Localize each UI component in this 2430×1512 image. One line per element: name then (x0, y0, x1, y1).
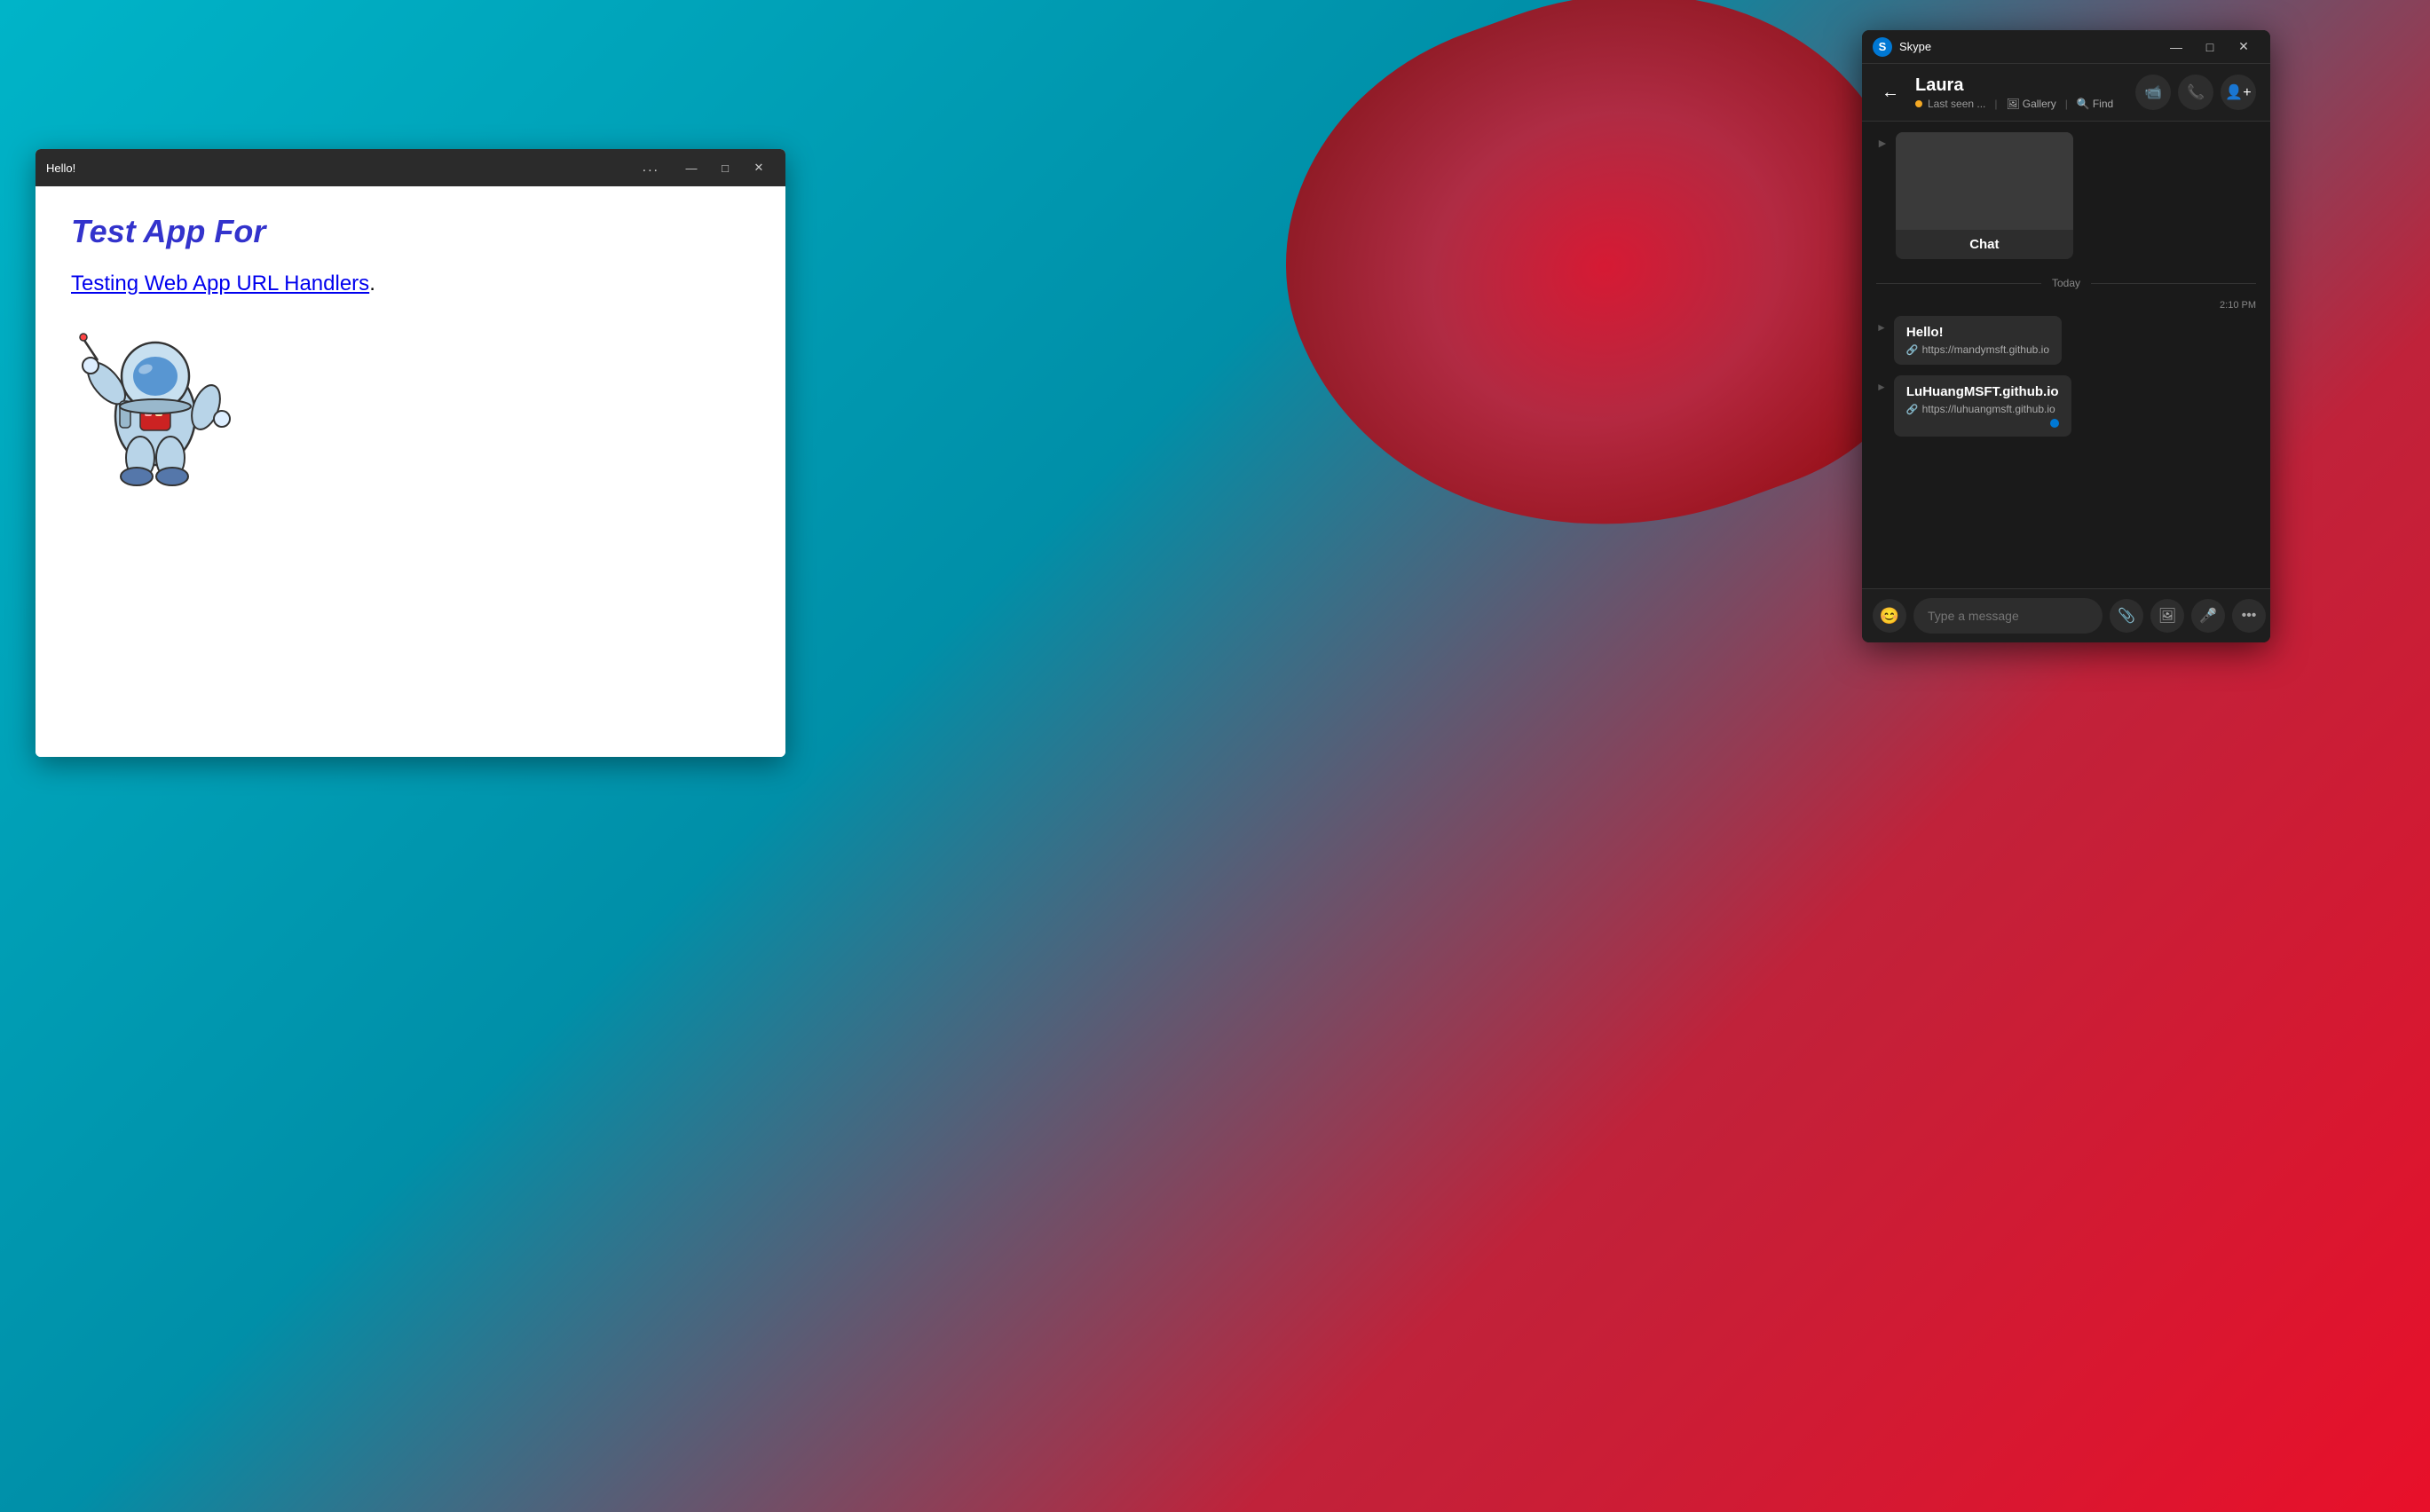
emoji-button[interactable]: 😊 (1873, 599, 1906, 633)
back-button[interactable]: ← (1876, 78, 1905, 106)
find-label: Find (2093, 98, 2113, 110)
astronaut-container (71, 323, 750, 492)
message-input[interactable] (1913, 598, 2103, 634)
chat-message: ► LuHuangMSFT.github.io 🔗 https://luhuan… (1876, 375, 2256, 437)
microphone-icon: 🎤 (2199, 607, 2217, 625)
video-icon: 📹 (2144, 83, 2162, 101)
find-icon: 🔍 (2077, 98, 2090, 110)
hello-window-title: Hello! (46, 161, 643, 175)
link-icon: 🔗 (1906, 404, 1919, 415)
skype-maximize-button[interactable]: □ (2194, 34, 2226, 60)
contact-info: Laura Last seen ... | 🖼 Gallery | 🔍 Find (1915, 75, 2125, 110)
status-separator: | (1994, 98, 1997, 110)
chat-message: ► Hello! 🔗 https://mandymsft.github.io (1876, 316, 2256, 365)
contact-name: Laura (1915, 75, 2125, 96)
today-divider: Today (1876, 266, 2256, 300)
hello-minimize-button[interactable]: — (675, 154, 707, 181)
hello-link-suffix: . (369, 272, 375, 295)
message-bubble: Hello! 🔗 https://mandymsft.github.io (1894, 316, 2062, 365)
hello-app-window: Hello! ... — □ ✕ Test App For Testing We… (36, 149, 785, 757)
message-timestamp: 2:10 PM (1876, 300, 2256, 311)
image-icon: 🖼 (2158, 607, 2176, 625)
message-arrow-icon: ► (1876, 381, 1887, 393)
divider-line-right (2091, 283, 2256, 284)
skype-logo: S (1873, 37, 1892, 57)
attach-icon: 📎 (2118, 607, 2135, 625)
astronaut-illustration (71, 323, 240, 487)
skype-chat-area: ► Chat Today 2:10 PM ► Hello! 🔗 https://… (1862, 122, 2270, 588)
hello-link[interactable]: Testing Web App URL Handlers (71, 272, 369, 295)
gallery-label: Gallery (2023, 98, 2056, 110)
preview-card-label: Chat (1896, 230, 2073, 259)
hello-heading: Test App For (71, 213, 750, 250)
unread-dot (2050, 419, 2059, 428)
preview-arrow-icon: ► (1876, 136, 1889, 150)
gallery-link[interactable]: 🖼 Gallery (2007, 98, 2056, 110)
hello-titlebar: Hello! ... — □ ✕ (36, 149, 785, 186)
find-link[interactable]: 🔍 Find (2077, 98, 2113, 110)
image-button[interactable]: 🖼 (2150, 599, 2184, 633)
header-actions: 📹 📞 👤+ (2135, 75, 2256, 110)
skype-titlebar-controls: — □ ✕ (2160, 34, 2260, 60)
status-dot (1915, 100, 1922, 107)
hello-content-area: Test App For Testing Web App URL Handler… (36, 186, 785, 757)
skype-minimize-button[interactable]: — (2160, 34, 2192, 60)
link-icon: 🔗 (1906, 344, 1919, 356)
hello-dots-menu[interactable]: ... (643, 160, 659, 176)
skype-titlebar: S Skype — □ ✕ (1862, 30, 2270, 64)
emoji-icon: 😊 (1880, 607, 1899, 626)
skype-close-button[interactable]: ✕ (2228, 34, 2260, 60)
preview-area: ► Chat (1876, 122, 2256, 266)
today-label: Today (2052, 277, 2080, 289)
hello-maximize-button[interactable]: □ (709, 154, 741, 181)
audio-button[interactable]: 🎤 (2191, 599, 2225, 633)
hello-link-container: Testing Web App URL Handlers. (71, 272, 750, 296)
video-call-button[interactable]: 📹 (2135, 75, 2171, 110)
last-seen-text: Last seen ... (1928, 98, 1985, 110)
message-link-url: https://luhuangmsft.github.io (1922, 403, 2055, 415)
contact-status: Last seen ... | 🖼 Gallery | 🔍 Find (1915, 98, 2125, 110)
audio-call-button[interactable]: 📞 (2178, 75, 2213, 110)
attach-file-button[interactable]: 📎 (2110, 599, 2143, 633)
phone-icon: 📞 (2187, 83, 2205, 101)
add-participant-button[interactable]: 👤+ (2221, 75, 2256, 110)
message-link[interactable]: 🔗 https://mandymsft.github.io (1906, 343, 2049, 356)
divider-line-left (1876, 283, 2041, 284)
status-separator2: | (2065, 98, 2068, 110)
skype-header: ← Laura Last seen ... | 🖼 Gallery | 🔍 Fi… (1862, 64, 2270, 122)
message-link[interactable]: 🔗 https://luhuangmsft.github.io (1906, 403, 2059, 415)
preview-card-image (1896, 132, 2073, 230)
message-arrow-icon: ► (1876, 321, 1887, 334)
hello-titlebar-controls: ... — □ ✕ (643, 154, 775, 181)
skype-input-area: 😊 📎 🖼 🎤 ••• (1862, 588, 2270, 642)
more-button[interactable]: ••• (2232, 599, 2266, 633)
skype-window-title: Skype (1899, 40, 2160, 53)
message-bubble: LuHuangMSFT.github.io 🔗 https://luhuangm… (1894, 375, 2071, 437)
gallery-icon: 🖼 (2007, 98, 2020, 110)
more-icon: ••• (2242, 608, 2257, 624)
add-person-icon: 👤+ (2225, 83, 2251, 101)
skype-window: S Skype — □ ✕ ← Laura Last seen ... | 🖼 … (1862, 30, 2270, 642)
hello-close-button[interactable]: ✕ (743, 154, 775, 181)
message-link-url: https://mandymsft.github.io (1922, 343, 2049, 356)
message-text: Hello! (1906, 325, 2049, 340)
message-text: LuHuangMSFT.github.io (1906, 384, 2059, 399)
preview-card: Chat (1896, 132, 2073, 259)
